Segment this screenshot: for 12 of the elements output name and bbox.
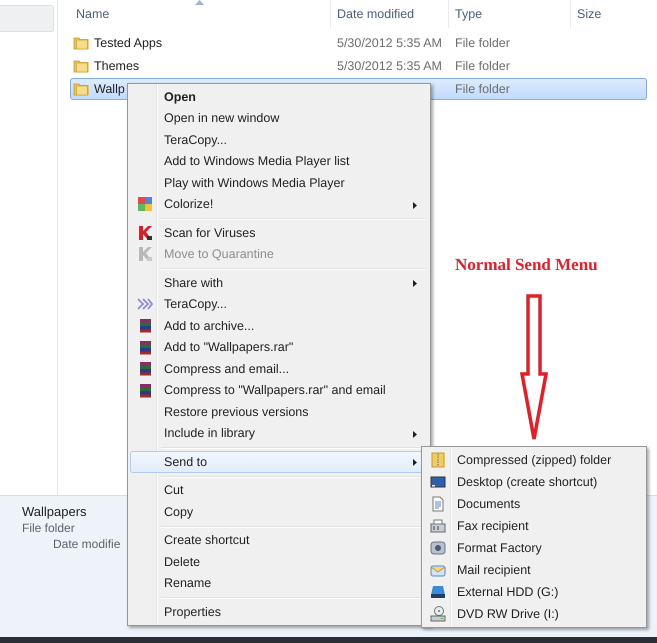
details-type: File folder [22,521,75,535]
date-modified: 5/30/2012 5:35 AM [336,36,443,50]
details-name: Wallpapers [22,504,87,519]
file-type: File folder [454,59,511,73]
date-modified: 5/30/2012 5:35 AM [336,59,443,73]
file-type: File folder [454,82,511,96]
annotation-text: Normal Send Menu [455,255,598,275]
file-type: File folder [454,36,511,50]
file-name: Tested Apps [94,36,162,50]
file-name: Wallp [94,82,125,96]
details-date-label: Date modifie [53,537,120,551]
file-name: Themes [94,59,140,73]
